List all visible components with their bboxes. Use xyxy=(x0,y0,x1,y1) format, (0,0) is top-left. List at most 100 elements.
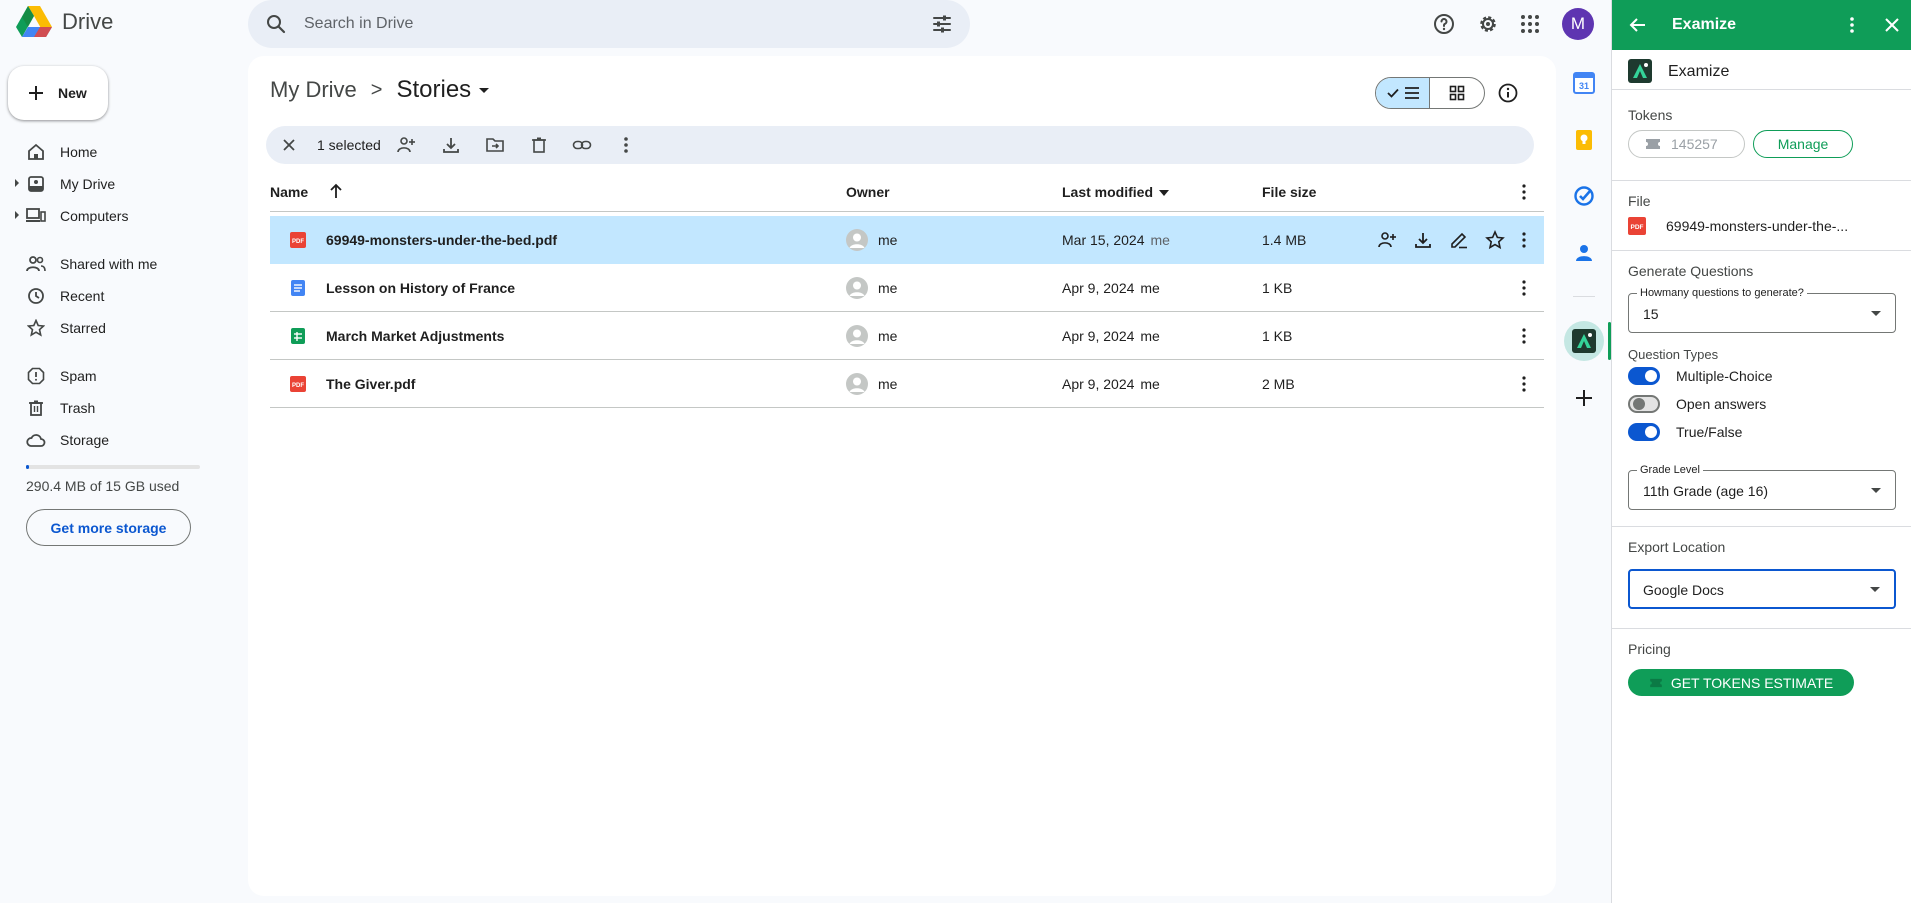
pdf-file-icon: PDF xyxy=(290,232,306,248)
column-header-last-modified[interactable]: Last modified xyxy=(1062,184,1153,200)
keep-app-icon[interactable] xyxy=(1573,129,1595,151)
close-panel-icon[interactable] xyxy=(1882,15,1902,35)
manage-tokens-button[interactable]: Manage xyxy=(1753,130,1853,158)
sidebar-item-storage[interactable]: Storage xyxy=(0,424,240,456)
contacts-app-icon[interactable] xyxy=(1573,242,1595,264)
sort-menu-caret-icon[interactable] xyxy=(1159,190,1169,196)
owner-name: me xyxy=(878,280,898,296)
drive-logo[interactable]: Drive xyxy=(16,6,113,38)
list-view-button[interactable] xyxy=(1376,78,1431,108)
grade-level-value: 11th Grade (age 16) xyxy=(1643,483,1769,499)
question-type-true-false[interactable]: True/False xyxy=(1628,423,1742,441)
back-arrow-icon[interactable] xyxy=(1628,15,1648,35)
modified-date: Apr 9, 2024 xyxy=(1062,328,1135,344)
copy-link-icon[interactable] xyxy=(572,135,592,155)
search-input[interactable] xyxy=(304,0,904,48)
sidebar-item-starred[interactable]: Starred xyxy=(0,312,240,344)
expand-caret-icon[interactable] xyxy=(15,211,19,219)
top-bar: Drive M xyxy=(0,0,1611,48)
question-count-select[interactable]: Howmany questions to generate? 15 xyxy=(1628,287,1896,333)
sidebar-item-recent[interactable]: Recent xyxy=(0,280,240,312)
get-tokens-estimate-button[interactable]: GET TOKENS ESTIMATE xyxy=(1628,669,1854,696)
share-add-person-icon[interactable] xyxy=(1377,230,1397,250)
move-to-folder-icon[interactable] xyxy=(485,135,505,155)
delete-trash-icon[interactable] xyxy=(529,135,549,155)
folder-menu-caret-icon[interactable] xyxy=(479,87,490,93)
file-name[interactable]: Lesson on History of France xyxy=(326,280,515,296)
new-button[interactable]: New xyxy=(8,66,108,120)
modified-date: Mar 15, 2024 xyxy=(1062,232,1145,248)
file-name[interactable]: 69949-monsters-under-the-bed.pdf xyxy=(326,232,557,248)
multiple-choice-toggle[interactable] xyxy=(1628,367,1660,385)
account-avatar[interactable]: M xyxy=(1562,8,1594,40)
get-addons-plus-icon[interactable] xyxy=(1573,387,1595,409)
help-icon[interactable] xyxy=(1432,12,1456,36)
open-answers-toggle[interactable] xyxy=(1628,395,1660,413)
true-false-toggle[interactable] xyxy=(1628,423,1660,441)
modified-by: me xyxy=(1140,328,1160,344)
expand-caret-icon[interactable] xyxy=(15,179,19,187)
column-options-more-icon[interactable] xyxy=(1514,182,1534,202)
column-header-file-size[interactable]: File size xyxy=(1262,184,1316,200)
row-more-actions-icon[interactable] xyxy=(1514,374,1534,394)
column-header-name[interactable]: Name xyxy=(270,184,308,200)
token-balance-field: 145257 xyxy=(1628,130,1745,158)
apps-grid-icon[interactable] xyxy=(1518,12,1542,36)
sidebar-item-trash[interactable]: Trash xyxy=(0,392,240,424)
file-name[interactable]: The Giver.pdf xyxy=(326,376,415,392)
row-more-actions-icon[interactable] xyxy=(1514,230,1534,250)
row-more-actions-icon[interactable] xyxy=(1514,326,1534,346)
download-icon[interactable] xyxy=(441,135,461,155)
info-icon[interactable] xyxy=(1497,82,1519,104)
star-icon[interactable] xyxy=(1485,230,1505,250)
breadcrumb-current-folder[interactable]: Stories xyxy=(396,76,471,104)
sidebar-item-spam[interactable]: Spam xyxy=(0,360,240,392)
settings-gear-icon[interactable] xyxy=(1476,12,1500,36)
sidebar-item-my-drive[interactable]: My Drive xyxy=(0,168,240,200)
search-icon[interactable] xyxy=(264,12,288,36)
more-actions-icon[interactable] xyxy=(616,135,636,155)
sidebar-item-computers[interactable]: Computers xyxy=(0,200,240,232)
breadcrumb-root[interactable]: My Drive xyxy=(270,77,357,103)
sidebar-item-shared[interactable]: Shared with me xyxy=(0,248,240,280)
last-modified: Apr 9, 2024 me xyxy=(1062,280,1160,296)
view-toggle xyxy=(1375,77,1485,109)
sidebar-item-home[interactable]: Home xyxy=(0,136,240,168)
rename-pencil-icon[interactable] xyxy=(1449,230,1469,250)
question-type-open-answers[interactable]: Open answers xyxy=(1628,395,1766,413)
table-row[interactable]: March Market Adjustments me Apr 9, 2024 m… xyxy=(270,312,1544,360)
grid-view-button[interactable] xyxy=(1430,78,1484,108)
question-count-legend: Howmany questions to generate? xyxy=(1637,287,1807,299)
grade-level-select[interactable]: Grade Level 11th Grade (age 16) xyxy=(1628,464,1896,510)
modified-by: me xyxy=(1150,232,1170,248)
question-type-multiple-choice[interactable]: Multiple-Choice xyxy=(1628,367,1772,385)
token-balance-value: 145257 xyxy=(1671,136,1718,152)
google-sheet-file-icon xyxy=(290,328,306,344)
search-options-icon[interactable] xyxy=(930,12,954,36)
tasks-app-icon[interactable] xyxy=(1573,185,1595,207)
sort-ascending-arrow-icon[interactable] xyxy=(328,182,344,200)
calendar-app-icon[interactable]: 31 xyxy=(1573,72,1595,94)
table-row[interactable]: PDF The Giver.pdf me Apr 9, 2024 me 2 MB xyxy=(270,360,1544,408)
storage-usage-fill xyxy=(26,465,30,469)
export-location-select[interactable]: Google Docs xyxy=(1628,569,1896,609)
download-icon[interactable] xyxy=(1413,230,1433,250)
examize-addon-icon[interactable] xyxy=(1564,321,1604,361)
panel-more-options-icon[interactable] xyxy=(1842,15,1862,35)
table-row[interactable]: PDF 69949-monsters-under-the-bed.pdf me … xyxy=(270,216,1544,264)
search-bar[interactable] xyxy=(248,0,970,48)
file-label: File xyxy=(1628,193,1651,209)
pricing-section: Pricing GET TOKENS ESTIMATE xyxy=(1612,629,1911,709)
get-more-storage-button[interactable]: Get more storage xyxy=(26,509,191,546)
row-more-actions-icon[interactable] xyxy=(1514,278,1534,298)
svg-text:PDF: PDF xyxy=(292,383,304,389)
file-size: 1 KB xyxy=(1262,280,1293,296)
get-tokens-estimate-label: GET TOKENS ESTIMATE xyxy=(1670,674,1834,691)
file-name[interactable]: March Market Adjustments xyxy=(326,328,504,344)
column-header-owner[interactable]: Owner xyxy=(846,184,890,200)
table-row[interactable]: Lesson on History of France me Apr 9, 20… xyxy=(270,264,1544,312)
share-add-person-icon[interactable] xyxy=(396,135,416,155)
breadcrumb-separator: > xyxy=(370,78,383,101)
clear-selection-close-icon[interactable] xyxy=(279,135,299,155)
storage-usage-bar xyxy=(26,465,200,469)
